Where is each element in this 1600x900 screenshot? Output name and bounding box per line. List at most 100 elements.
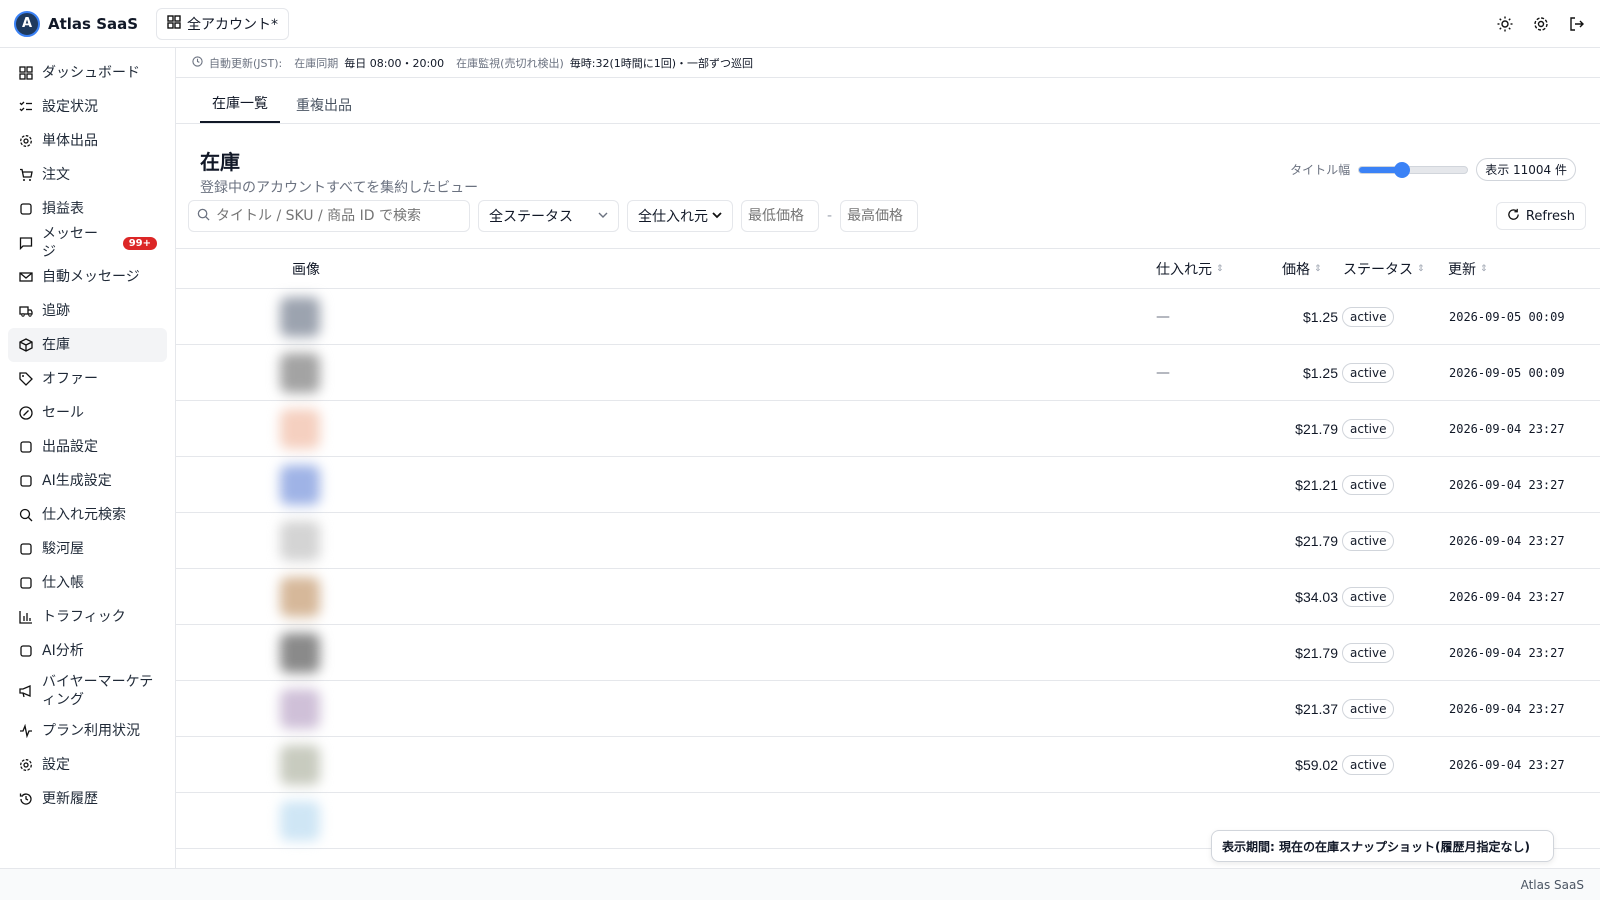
table-row[interactable]: $21.79 active 2026-09-04 23:27 [176, 401, 1600, 457]
price-range-separator: - [827, 208, 833, 224]
sidebar-item-19[interactable]: プラン利用状況 [8, 714, 167, 748]
sidebar-item-12[interactable]: AI生成設定 [8, 464, 167, 498]
settings-icon [18, 757, 34, 773]
account-switcher-button[interactable]: 全アカウント* [156, 7, 290, 40]
sidebar-item-11[interactable]: 出品設定 [8, 430, 167, 464]
sidebar-item-18[interactable]: バイヤーマーケティング [8, 668, 167, 714]
min-price-input[interactable] [748, 208, 812, 224]
status-badge: active [1342, 755, 1395, 775]
sidebar-item-2[interactable]: 単体出品 [8, 124, 167, 158]
sidebar-item-17[interactable]: AI分析 [8, 634, 167, 668]
watch-label: 在庫監視(売切れ検出) [456, 56, 564, 70]
table-row[interactable]: — $1.25 active 2026-09-05 00:09 [176, 345, 1600, 401]
table-row[interactable]: $21.37 active 2026-09-04 23:27 [176, 681, 1600, 737]
max-price-input[interactable] [847, 208, 912, 224]
chevron-down-icon [598, 208, 608, 224]
product-thumbnail[interactable] [280, 801, 320, 841]
updated-cell: 2026-09-04 23:27 [1449, 702, 1565, 716]
bar-chart-icon [18, 609, 34, 625]
column-header-updated[interactable]: 更新 ⇕ [1448, 249, 1488, 289]
sidebar-item-9[interactable]: オファー [8, 362, 167, 396]
title-width-slider[interactable] [1358, 161, 1469, 178]
sidebar-item-label: 単体出品 [42, 133, 98, 149]
chevron-down-icon [712, 208, 722, 224]
product-thumbnail[interactable] [280, 577, 320, 617]
updated-cell: 2026-09-04 23:27 [1449, 422, 1565, 436]
sidebar-item-0[interactable]: ダッシュボード [8, 56, 167, 90]
updated-cell: 2026-09-05 00:09 [1449, 366, 1565, 380]
product-thumbnail[interactable] [280, 465, 320, 505]
sidebar-item-5[interactable]: メッセージ 99+ [8, 226, 167, 260]
thumbnail-cell [280, 793, 320, 849]
sidebar-item-label: 設定状況 [42, 99, 98, 115]
min-price-field[interactable] [741, 200, 819, 232]
refresh-icon [1507, 208, 1520, 225]
sidebar-item-8[interactable]: 在庫 [8, 328, 167, 362]
column-header-source[interactable]: 仕入れ元 ⇕ [1156, 249, 1224, 289]
sidebar-item-15[interactable]: 仕入帳 [8, 566, 167, 600]
table-row[interactable]: — $1.25 active 2026-09-05 00:09 [176, 289, 1600, 345]
thumbnail-cell [280, 513, 320, 569]
product-thumbnail[interactable] [280, 689, 320, 729]
main-content: 自動更新(JST): 在庫同期 毎日 08:00・20:00 在庫監視(売切れ検… [176, 48, 1600, 868]
sidebar-item-1[interactable]: 設定状況 [8, 90, 167, 124]
sidebar-item-13[interactable]: 仕入れ元検索 [8, 498, 167, 532]
sun-icon[interactable] [1496, 15, 1514, 33]
product-thumbnail[interactable] [280, 353, 320, 393]
table-row[interactable]: $21.79 active 2026-09-04 23:27 [176, 625, 1600, 681]
table-header: 画像 仕入れ元 ⇕ 価格 ⇕ ステータス ⇕ 更新 ⇕ [176, 249, 1600, 289]
slider-handle[interactable] [1394, 161, 1411, 178]
tab-inventory-list[interactable]: 在庫一覧 [200, 93, 280, 123]
table-row[interactable]: $34.03 active 2026-09-04 23:27 [176, 569, 1600, 625]
tab-duplicate-listings[interactable]: 重複出品 [284, 95, 364, 123]
sidebar-item-10[interactable]: セール [8, 396, 167, 430]
product-thumbnail[interactable] [280, 297, 320, 337]
cart-icon [18, 167, 34, 183]
account-switcher-label: 全アカウント* [187, 16, 279, 33]
column-header-price[interactable]: 価格 ⇕ [1282, 249, 1322, 289]
sidebar-item-14[interactable]: 駿河屋 [8, 532, 167, 566]
product-thumbnail[interactable] [280, 409, 320, 449]
product-thumbnail[interactable] [280, 521, 320, 561]
sidebar-item-21[interactable]: 更新履歴 [8, 782, 167, 816]
search-input[interactable] [216, 208, 461, 224]
column-header-status[interactable]: ステータス ⇕ [1343, 249, 1425, 289]
status-filter-value: 全ステータス [489, 209, 573, 225]
max-price-field[interactable] [840, 200, 919, 232]
sidebar-item-20[interactable]: 設定 [8, 748, 167, 782]
gear-icon[interactable] [1532, 15, 1550, 33]
sort-icon: ⇕ [1314, 264, 1322, 274]
table-row[interactable]: $21.21 active 2026-09-04 23:27 [176, 457, 1600, 513]
sidebar-item-label: 在庫 [42, 337, 70, 353]
product-thumbnail[interactable] [280, 633, 320, 673]
thumbnail-cell [280, 401, 320, 457]
brand-logo[interactable]: A [14, 10, 40, 37]
price-cell: $59.02 [1295, 757, 1338, 773]
table-row[interactable]: $59.02 active 2026-09-04 23:27 [176, 737, 1600, 793]
source-cell: — [1156, 365, 1170, 381]
table-row[interactable]: $21.79 active 2026-09-04 23:27 [176, 513, 1600, 569]
mail-icon [18, 269, 34, 285]
sidebar-item-label: 注文 [42, 167, 70, 183]
search-box[interactable] [188, 200, 470, 232]
sidebar: ダッシュボード設定状況単体出品注文損益表メッセージ 99+ 自動メッセージ追跡在庫オ… [0, 48, 176, 868]
refresh-button[interactable]: Refresh [1495, 202, 1586, 230]
status-badge: active [1342, 699, 1395, 719]
sidebar-item-4[interactable]: 損益表 [8, 192, 167, 226]
sidebar-item-7[interactable]: 追跡 [8, 294, 167, 328]
sidebar-item-label: 追跡 [42, 303, 70, 319]
sidebar-item-16[interactable]: トラフィック [8, 600, 167, 634]
source-cell: — [1156, 309, 1170, 325]
thumbnail-cell [280, 737, 320, 793]
logout-icon[interactable] [1568, 15, 1586, 33]
sidebar-item-label: 損益表 [42, 201, 84, 217]
inventory-table: 画像 仕入れ元 ⇕ 価格 ⇕ ステータス ⇕ 更新 ⇕ — $1.25 active 2026… [176, 248, 1600, 849]
product-thumbnail[interactable] [280, 745, 320, 785]
sidebar-item-3[interactable]: 注文 [8, 158, 167, 192]
source-filter-select[interactable]: 全仕入れ元 [627, 200, 733, 232]
status-cell: active [1342, 625, 1395, 681]
search-icon [197, 208, 210, 225]
sidebar-item-6[interactable]: 自動メッセージ [8, 260, 167, 294]
status-cell: active [1342, 457, 1395, 513]
status-filter-select[interactable]: 全ステータス [478, 200, 619, 232]
